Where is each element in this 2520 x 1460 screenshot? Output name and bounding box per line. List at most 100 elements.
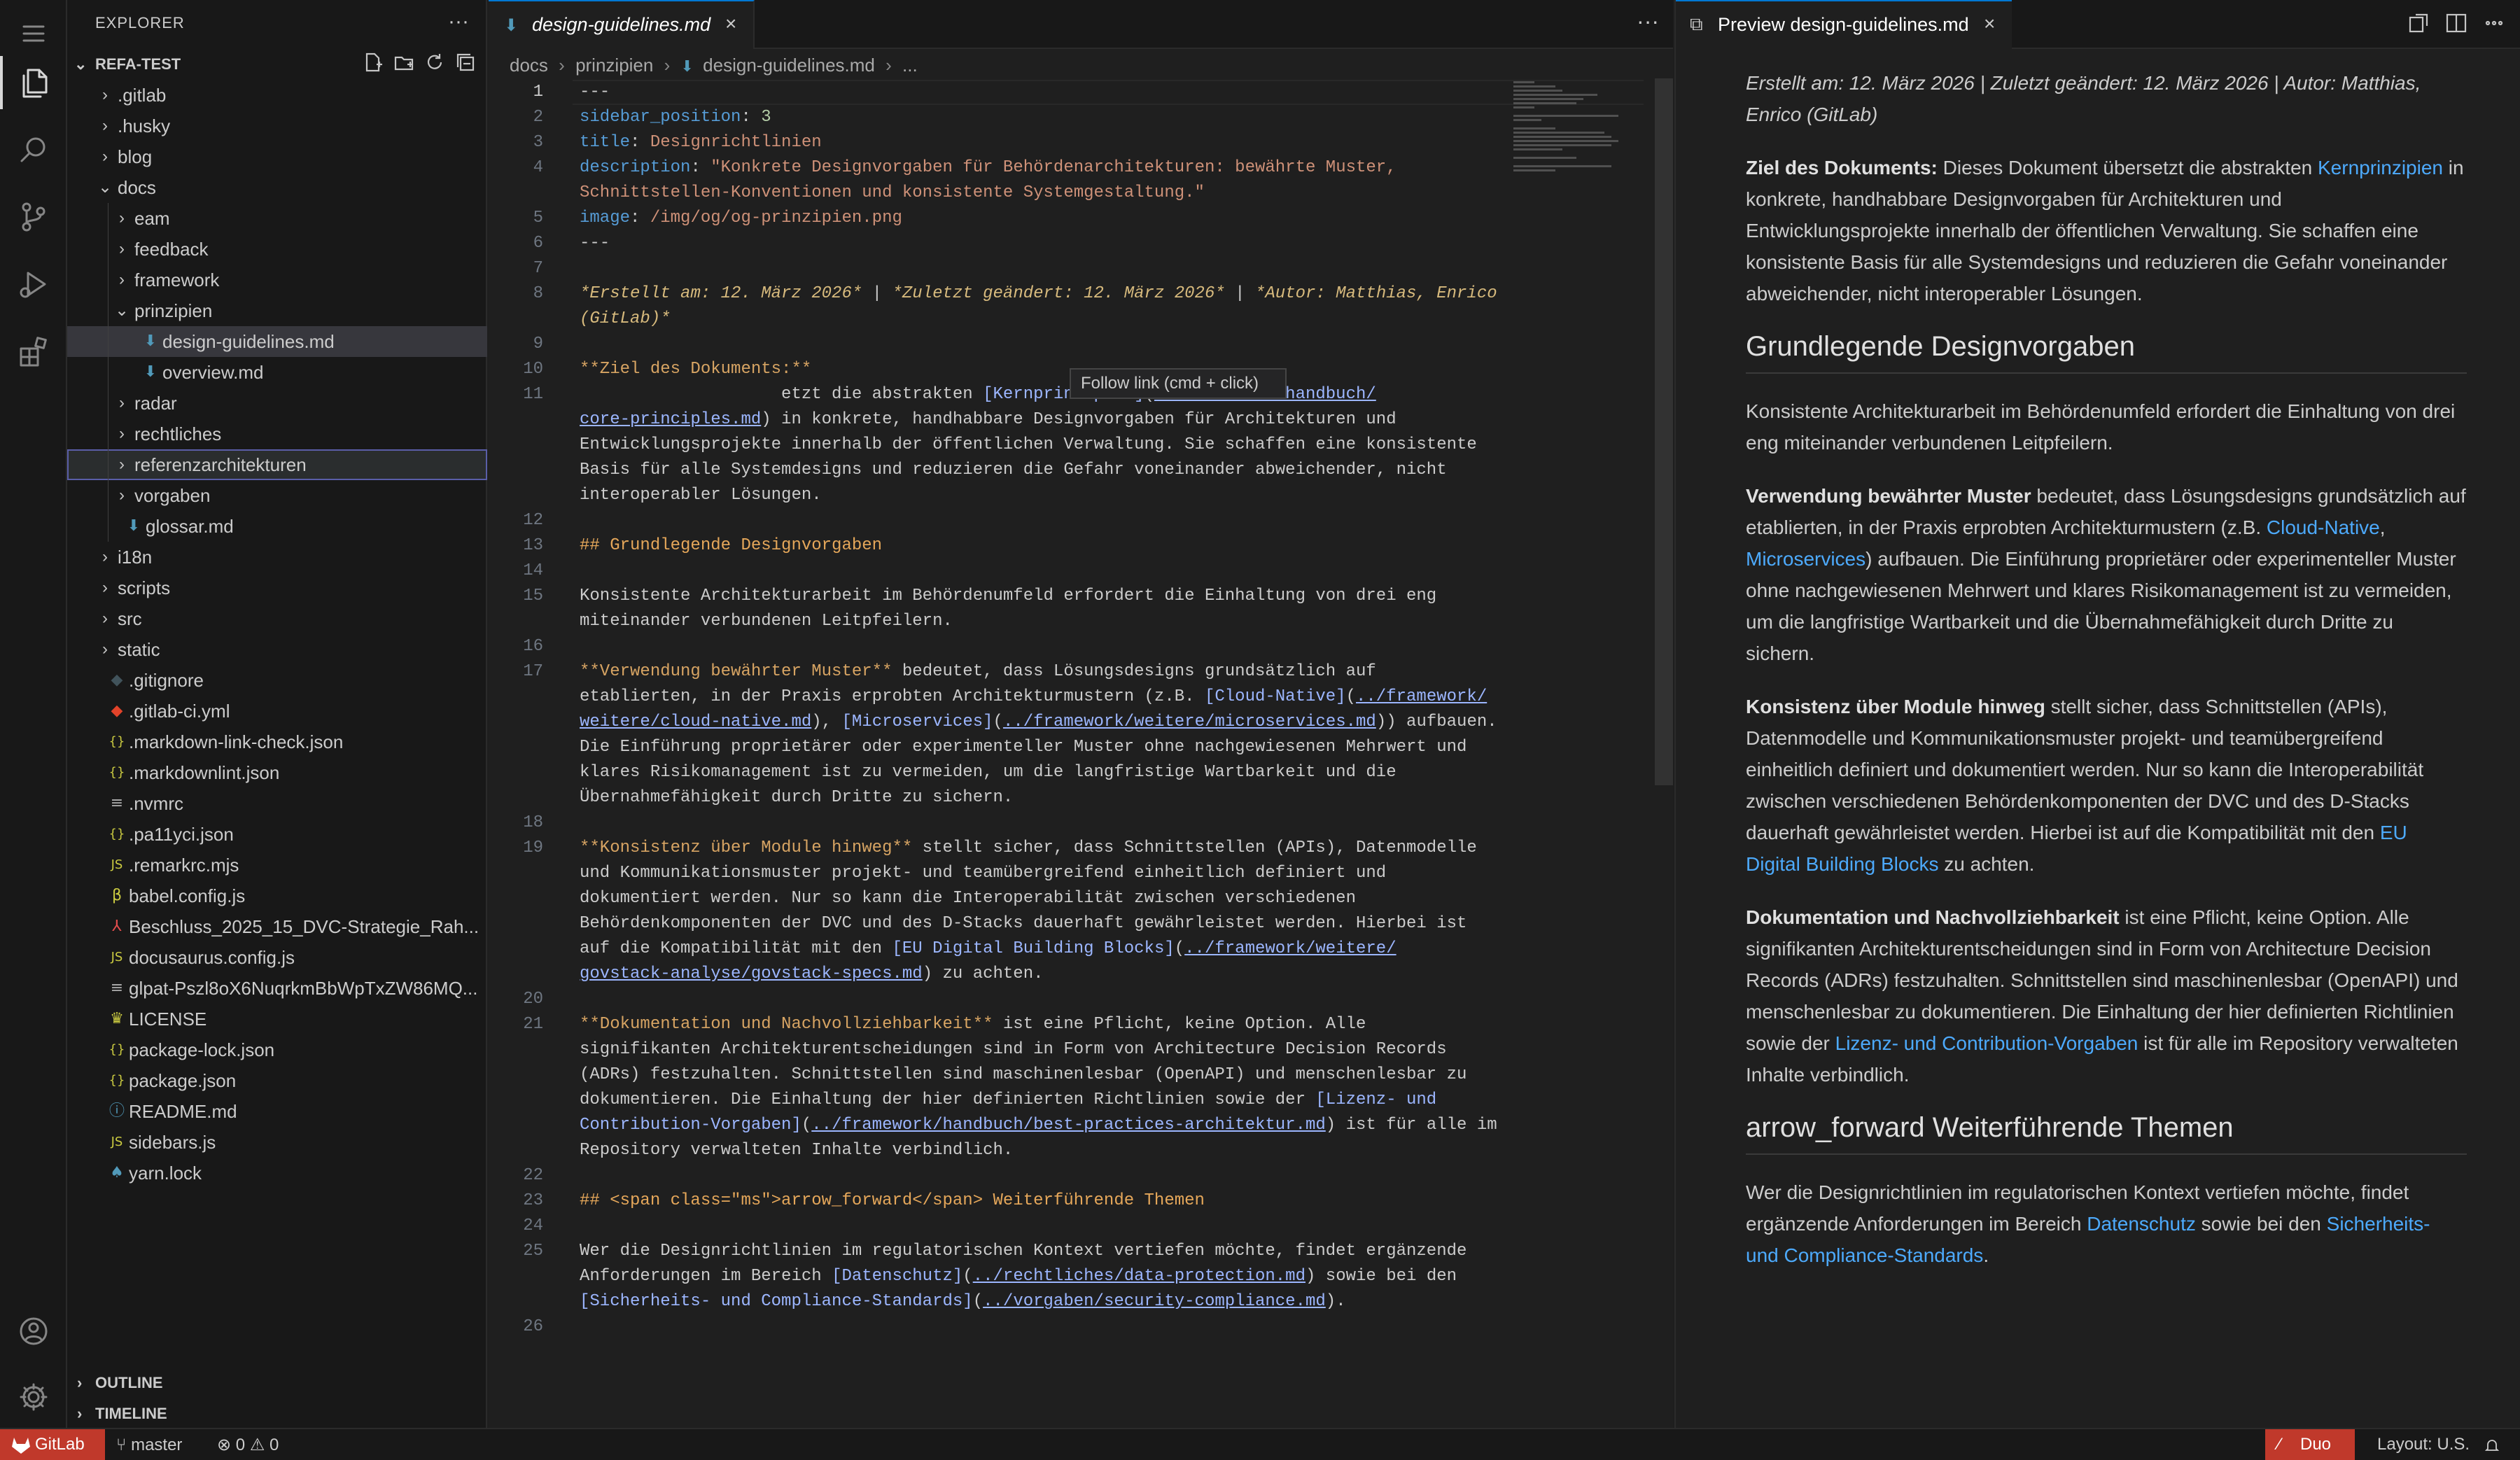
source-control-button[interactable] [0, 183, 67, 251]
extensions-button[interactable] [0, 318, 67, 385]
outline-section[interactable]: › OUTLINE [67, 1368, 487, 1398]
code-token[interactable]: ../framework/weitere/ [1184, 939, 1396, 958]
settings-button[interactable] [0, 1363, 67, 1431]
tree-item[interactable]: › feedback [67, 234, 487, 265]
breadcrumb-prinzipien[interactable]: prinzipien [575, 53, 653, 77]
tree-item[interactable]: ♠ yarn.lock [67, 1158, 487, 1188]
tree-item[interactable]: › blog [67, 141, 487, 172]
close-icon[interactable]: × [1984, 13, 1995, 35]
bell-icon[interactable] [2484, 1429, 2500, 1460]
keyboard-layout[interactable]: Layout: U.S. [2377, 1429, 2470, 1460]
tree-item[interactable]: β babel.config.js [67, 880, 487, 911]
link-microservices[interactable]: Microservices [1746, 548, 1865, 570]
account-button[interactable] [0, 1298, 67, 1365]
code-line: Die Einführung proprietärer oder experim… [580, 735, 1466, 760]
code-token[interactable]: ../rechtliches/data-protection.md [973, 1267, 1306, 1286]
tree-item[interactable]: {} .markdownlint.json [67, 757, 487, 788]
branch-indicator[interactable]: ⑂ master [116, 1429, 182, 1460]
tree-item[interactable]: › framework [67, 265, 487, 295]
tree-item[interactable]: ⌄ docs [67, 172, 487, 203]
code-token: : [690, 158, 711, 177]
tree-item[interactable]: › vorgaben [67, 480, 487, 511]
code-token: etzt die abstrakten [580, 385, 983, 404]
tree-item[interactable]: › static [67, 634, 487, 665]
code-token[interactable]: govstack-analyse/govstack-specs.md [580, 964, 923, 983]
code-token[interactable]: ../framework/weitere/microservices.md [1003, 713, 1376, 731]
link-lizenz[interactable]: Lizenz- und Contribution-Vorgaben [1835, 1032, 2138, 1054]
tree-item[interactable]: › .gitlab [67, 80, 487, 111]
minimap-line [1513, 98, 1583, 100]
tree-item[interactable]: ♛ LICENSE [67, 1004, 487, 1034]
search-button[interactable] [0, 116, 67, 183]
link-datenschutz[interactable]: Datenschutz [2087, 1213, 2196, 1235]
editor-more-button[interactable]: ··· [1637, 8, 1659, 34]
tree-item[interactable]: ⓘ README.md [67, 1096, 487, 1127]
refresh-icon[interactable] [424, 52, 445, 73]
code-token[interactable]: weitere/cloud-native.md [580, 713, 811, 731]
collapse-all-icon[interactable] [455, 52, 476, 73]
tree-item[interactable]: ◆ .gitlab-ci.yml [67, 696, 487, 727]
tab-preview[interactable]: ⧉ Preview design-guidelines.md × [1676, 0, 2012, 49]
tree-item[interactable]: ◆ .gitignore [67, 665, 487, 696]
code-token[interactable]: ../framework/handbuch/best-practices-arc… [811, 1116, 1326, 1135]
tree-item[interactable]: {} package-lock.json [67, 1034, 487, 1065]
code-token: ist eine Pflicht, keine Option. Alle [993, 1015, 1366, 1034]
new-file-icon[interactable] [363, 52, 384, 73]
open-source-icon[interactable] [2407, 11, 2430, 35]
code-token: [EU Digital Building Blocks] [892, 939, 1175, 958]
tree-item[interactable]: {} .markdown-link-check.json [67, 727, 487, 757]
problems-indicator[interactable]: ⊗ 0 ⚠ 0 [217, 1429, 279, 1460]
tree-item[interactable]: › eam [67, 203, 487, 234]
code-line: Wer die Designrichtlinien im regulatoris… [580, 1239, 1466, 1264]
tree-item[interactable]: ⬇ overview.md [67, 357, 487, 388]
split-editor-icon[interactable] [2444, 11, 2468, 35]
tree-item[interactable]: › scripts [67, 573, 487, 603]
code-line: (ADRs) festzuhalten. Schnittstellen sind… [580, 1062, 1466, 1088]
breadcrumb-docs[interactable]: docs [510, 53, 548, 77]
new-folder-icon[interactable] [393, 52, 414, 73]
more-icon[interactable] [2482, 11, 2506, 35]
code-token[interactable]: core-principles.md [580, 410, 761, 429]
tree-item[interactable]: JS sidebars.js [67, 1127, 487, 1158]
code-token[interactable]: ../framework/ [1356, 687, 1487, 706]
code-token: Wer die Designrichtlinien im regulatoris… [580, 1242, 1467, 1261]
tree-item[interactable]: JS docusaurus.config.js [67, 942, 487, 973]
run-debug-button[interactable] [0, 251, 67, 318]
minimap-line [1513, 136, 1611, 138]
tree-item[interactable]: {} package.json [67, 1065, 487, 1096]
code-token[interactable]: ../vorgaben/security-compliance.md [983, 1292, 1326, 1311]
tree-item[interactable]: › i18n [67, 542, 487, 573]
tree-item[interactable]: › radar [67, 388, 487, 419]
minimap[interactable] [1511, 78, 1644, 211]
close-icon[interactable]: × [725, 13, 736, 35]
timeline-section[interactable]: › TIMELINE [67, 1398, 487, 1429]
bold-text: Konsistenz über Module hinweg [1746, 696, 2045, 717]
vertical-scrollbar[interactable] [1655, 78, 1673, 785]
tree-item[interactable]: ⅄ Beschluss_2025_15_DVC-Strategie_Rah... [67, 911, 487, 942]
tree-item[interactable]: › src [67, 603, 487, 634]
tree-item[interactable]: {} .pa11yci.json [67, 819, 487, 850]
chevron-right-icon: › [119, 393, 125, 412]
link-kernprinzipien[interactable]: Kernprinzipien [2318, 157, 2443, 178]
tree-item[interactable]: ≡ .nvmrc [67, 788, 487, 819]
code-token: bedeutet, dass Lösungsdesigns grundsätzl… [892, 662, 1376, 681]
tree-item[interactable]: › referenzarchitekturen [67, 449, 487, 480]
duo-button[interactable]: ⁄ Duo [2265, 1429, 2355, 1460]
tree-item[interactable]: › rechtliches [67, 419, 487, 449]
tree-item[interactable]: ≡ glpat-Pszl8oX6NuqrkmBbWpTxZW86MQ... [67, 973, 487, 1004]
tree-item[interactable]: ⬇ glossar.md [67, 511, 487, 542]
tab-design-guidelines[interactable]: ⬇ design-guidelines.md × [489, 0, 755, 49]
json-file-icon: {} [108, 1073, 125, 1088]
explorer-more-button[interactable]: ··· [448, 10, 469, 34]
explorer-button[interactable] [0, 49, 67, 116]
breadcrumb-file[interactable]: design-guidelines.md [703, 53, 875, 77]
bell-icon-svg [2484, 1439, 2500, 1451]
tree-item[interactable]: JS .remarkrc.mjs [67, 850, 487, 880]
link-cloud-native[interactable]: Cloud-Native [2267, 517, 2380, 538]
tree-item[interactable]: › .husky [67, 111, 487, 141]
breadcrumb-symbol[interactable]: ... [902, 53, 918, 77]
tree-item[interactable]: ⌄ prinzipien [67, 295, 487, 326]
tree-item[interactable]: ⬇ design-guidelines.md [67, 326, 487, 357]
gitlab-status-button[interactable]: GitLab [0, 1429, 105, 1460]
minimap-line [1513, 132, 1604, 134]
